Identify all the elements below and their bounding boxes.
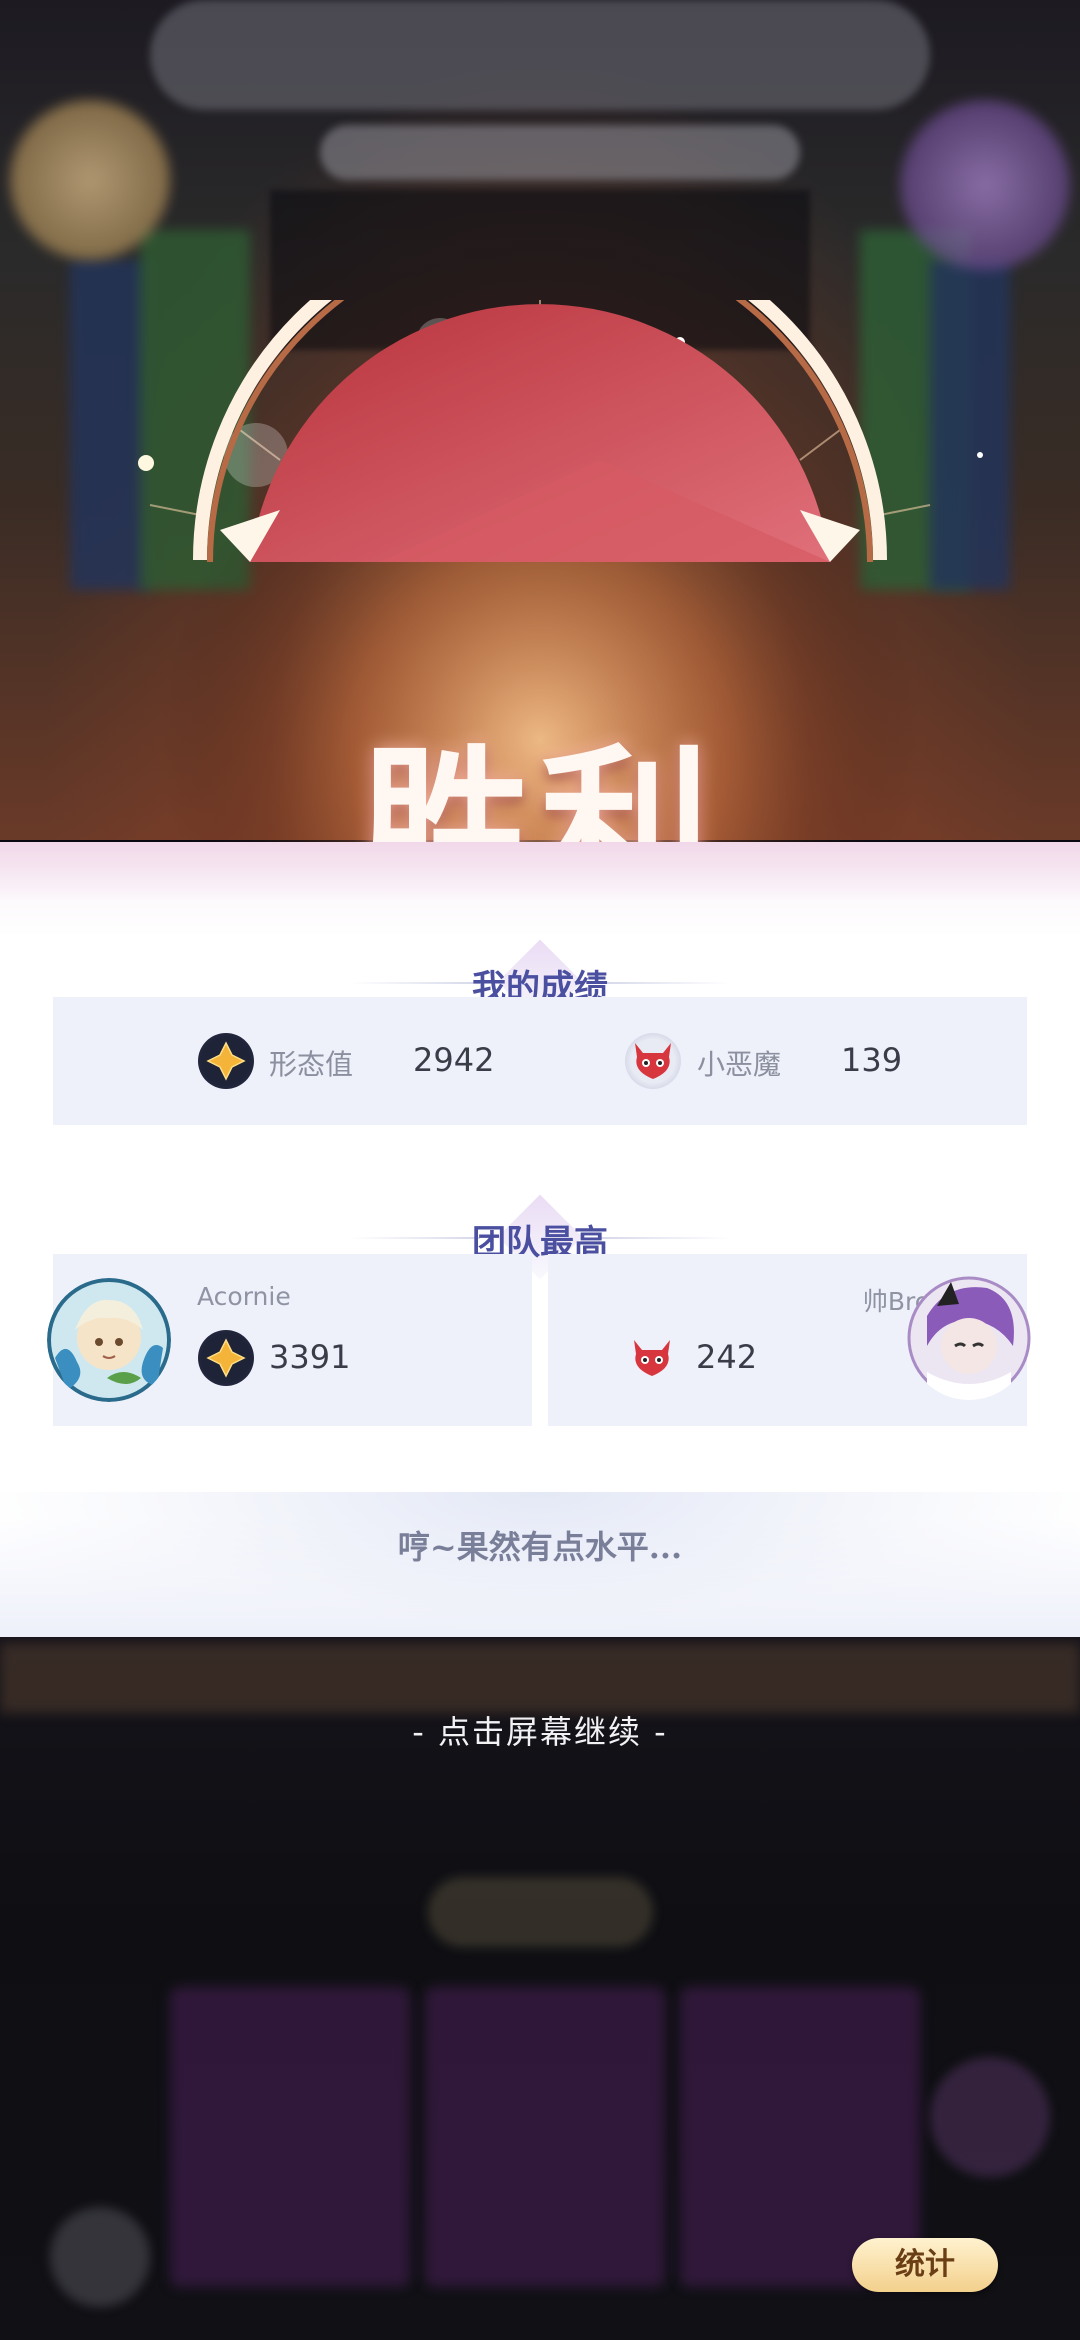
blurred-strip — [0, 1643, 1080, 1713]
form-value: 2942 — [413, 1041, 495, 1079]
player-avatar[interactable] — [907, 1276, 1031, 1400]
blurred-banner — [150, 0, 930, 110]
star-icon — [198, 1330, 254, 1386]
player-score: 3391 — [269, 1338, 351, 1376]
devil-value: 139 — [841, 1041, 903, 1079]
devil-label: 小恶魔 — [697, 1048, 782, 1081]
taunt-message: 哼~果然有点水平... — [397, 1528, 683, 1566]
blurred-card — [425, 1987, 665, 2287]
devil-icon — [625, 1033, 681, 1089]
player-avatar[interactable] — [47, 1278, 171, 1402]
stats-button[interactable]: 统计 — [852, 2238, 998, 2292]
blurred-pill — [428, 1877, 653, 1947]
blurred-avatar — [10, 100, 170, 260]
victory-emblem: 胜利 — [0, 300, 1080, 928]
star-icon — [198, 1033, 254, 1089]
panel-edge — [0, 842, 1080, 902]
tap-to-continue-hint[interactable]: - 点击屏幕继续 - — [0, 1707, 1080, 1753]
player-score: 242 — [696, 1338, 758, 1376]
blurred-button — [930, 2057, 1050, 2177]
player-name: Acornie — [197, 1282, 291, 1311]
results-panel: 我的成绩 形态值 2942 小恶魔 139 团队最高 Acornie 3391 — [0, 842, 1080, 1637]
blurred-card — [170, 1987, 410, 2287]
blurred-button — [50, 2207, 150, 2307]
blurred-bar — [320, 125, 800, 180]
blurred-avatar — [900, 100, 1070, 270]
form-value-label: 形态值 — [269, 1048, 354, 1081]
my-score-card: 形态值 2942 小恶魔 139 — [53, 997, 1027, 1125]
devil-icon — [624, 1330, 680, 1386]
